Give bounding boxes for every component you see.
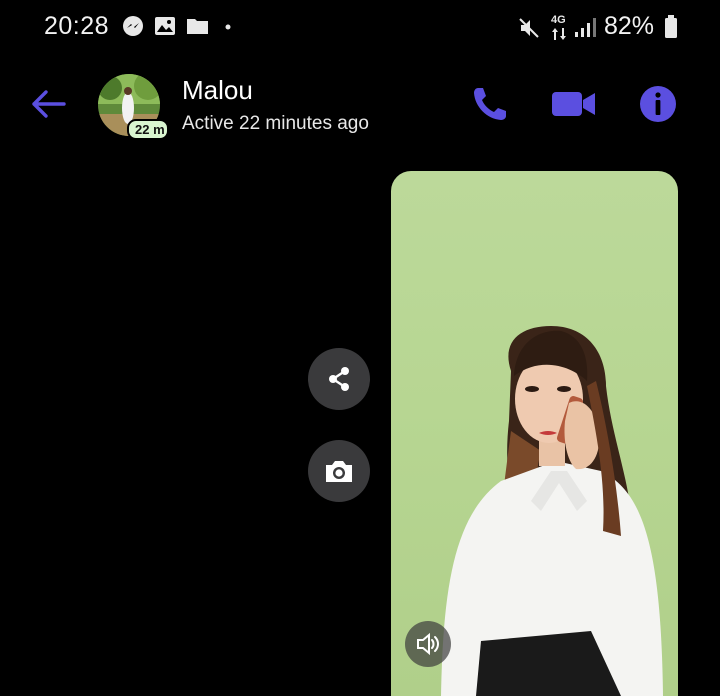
contact-status: Active 22 minutes ago xyxy=(182,113,369,134)
video-message[interactable] xyxy=(391,171,678,696)
camera-icon xyxy=(326,461,352,482)
share-icon xyxy=(329,367,349,391)
video-call-button[interactable] xyxy=(550,80,598,128)
volume-button[interactable] xyxy=(405,621,451,667)
signal-icon xyxy=(574,16,596,43)
info-icon xyxy=(640,86,676,122)
share-button[interactable] xyxy=(308,348,370,410)
sound-off-icon xyxy=(518,17,540,44)
back-arrow-icon xyxy=(32,90,66,118)
conversation-header: 22 m Malou Active 22 minutes ago xyxy=(0,56,720,152)
contact-name[interactable]: Malou xyxy=(182,75,253,106)
volume-icon xyxy=(417,632,439,656)
camera-button[interactable] xyxy=(308,440,370,502)
data-arrows-icon xyxy=(551,27,567,45)
active-time-badge: 22 m xyxy=(127,119,169,140)
network-type: 4G xyxy=(551,14,566,26)
video-camera-icon xyxy=(552,92,595,116)
phone-icon xyxy=(474,88,506,120)
battery-percent: 82% xyxy=(604,12,655,40)
status-bar: 20:28 4G 82% xyxy=(0,0,720,56)
info-button[interactable] xyxy=(634,80,682,128)
battery-icon xyxy=(664,15,678,44)
back-button[interactable] xyxy=(26,84,70,124)
video-thumbnail xyxy=(441,326,663,696)
voice-call-button[interactable] xyxy=(466,80,514,128)
